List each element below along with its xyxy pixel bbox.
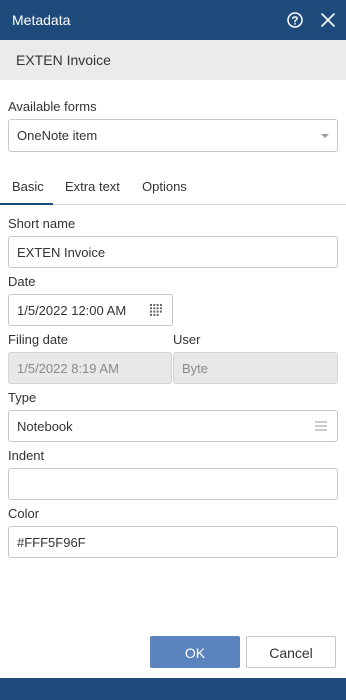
window-footer — [0, 678, 346, 700]
window-title: Metadata — [12, 12, 71, 28]
calendar-grid-icon[interactable] — [150, 304, 162, 316]
type-label: Type — [8, 390, 37, 405]
tab-basic[interactable]: Basic — [0, 179, 53, 205]
document-title: EXTEN Invoice — [16, 52, 111, 68]
cancel-button-label: Cancel — [269, 645, 313, 661]
short-name-label: Short name — [8, 216, 76, 231]
indent-field[interactable] — [8, 468, 338, 500]
tab-extra-text[interactable]: Extra text — [65, 179, 120, 205]
color-value: #FFF5F96F — [17, 535, 86, 550]
filing-date-value: 1/5/2022 8:19 AM — [17, 361, 119, 376]
ok-button-label: OK — [184, 645, 206, 661]
indent-label: Indent — [8, 448, 45, 463]
color-label: Color — [8, 506, 40, 521]
tab-options-label: Options — [142, 179, 187, 194]
ok-button[interactable]: OK — [150, 636, 240, 668]
available-forms-value: OneNote item — [17, 128, 98, 143]
cancel-button[interactable]: Cancel — [246, 636, 336, 668]
tab-extra-text-label: Extra text — [65, 179, 120, 194]
date-label: Date — [8, 274, 36, 289]
available-forms-select[interactable]: OneNote item — [8, 119, 338, 152]
type-select[interactable]: Notebook — [8, 410, 338, 442]
user-field: Byte — [173, 352, 338, 384]
short-name-value: EXTEN Invoice — [17, 245, 106, 260]
filing-date-field: 1/5/2022 8:19 AM — [8, 352, 172, 384]
short-name-field[interactable]: EXTEN Invoice — [8, 236, 338, 268]
document-header: EXTEN Invoice — [0, 40, 346, 80]
user-label: User — [173, 332, 201, 347]
user-value: Byte — [182, 361, 209, 376]
chevron-down-icon — [321, 134, 329, 138]
tab-basic-label: Basic — [12, 179, 44, 194]
list-menu-icon[interactable] — [315, 421, 327, 431]
type-value: Notebook — [17, 419, 73, 434]
filing-date-label: Filing date — [8, 332, 68, 347]
color-field[interactable]: #FFF5F96F — [8, 526, 338, 558]
window-titlebar: Metadata — [0, 0, 346, 40]
date-value: 1/5/2022 12:00 AM — [17, 303, 127, 318]
tab-options[interactable]: Options — [142, 179, 187, 205]
close-icon[interactable] — [320, 12, 336, 28]
help-circle-icon[interactable] — [286, 11, 304, 29]
available-forms-label: Available forms — [8, 99, 97, 114]
date-field[interactable]: 1/5/2022 12:00 AM — [8, 294, 173, 326]
tab-bar: Basic Extra text Options — [0, 175, 346, 205]
